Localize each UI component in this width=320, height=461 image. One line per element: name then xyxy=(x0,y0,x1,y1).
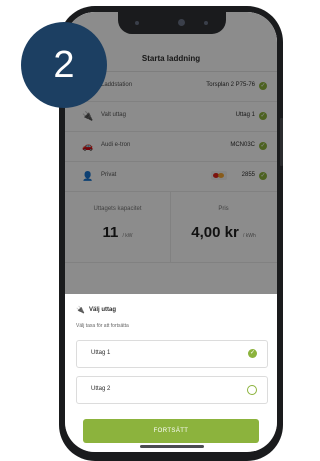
option-label: Uttag 2 xyxy=(91,386,111,392)
option-uttag-2[interactable]: Uttag 2 xyxy=(76,376,268,404)
radio-unchecked-icon[interactable] xyxy=(247,385,257,395)
option-uttag-1[interactable]: Uttag 1 ✓ xyxy=(76,340,268,368)
continue-button[interactable]: FORTSÄTT xyxy=(83,419,259,443)
radio-checked-icon[interactable]: ✓ xyxy=(248,349,257,358)
camera-dot xyxy=(178,19,185,26)
sensor-dot xyxy=(204,21,208,25)
phone-side-button xyxy=(280,118,283,166)
home-indicator[interactable] xyxy=(140,445,204,448)
select-outlet-sheet: 🔌 Välj uttag Välj taxa för att fortsätta… xyxy=(65,294,277,452)
sensor-dot xyxy=(135,21,139,25)
sheet-title: Välj uttag xyxy=(89,307,117,313)
option-label: Uttag 1 xyxy=(91,350,111,356)
step-number-badge: 2 xyxy=(21,22,107,108)
sheet-subtitle: Välj taxa för att fortsätta xyxy=(76,323,129,329)
plug-icon: 🔌 xyxy=(76,307,85,314)
